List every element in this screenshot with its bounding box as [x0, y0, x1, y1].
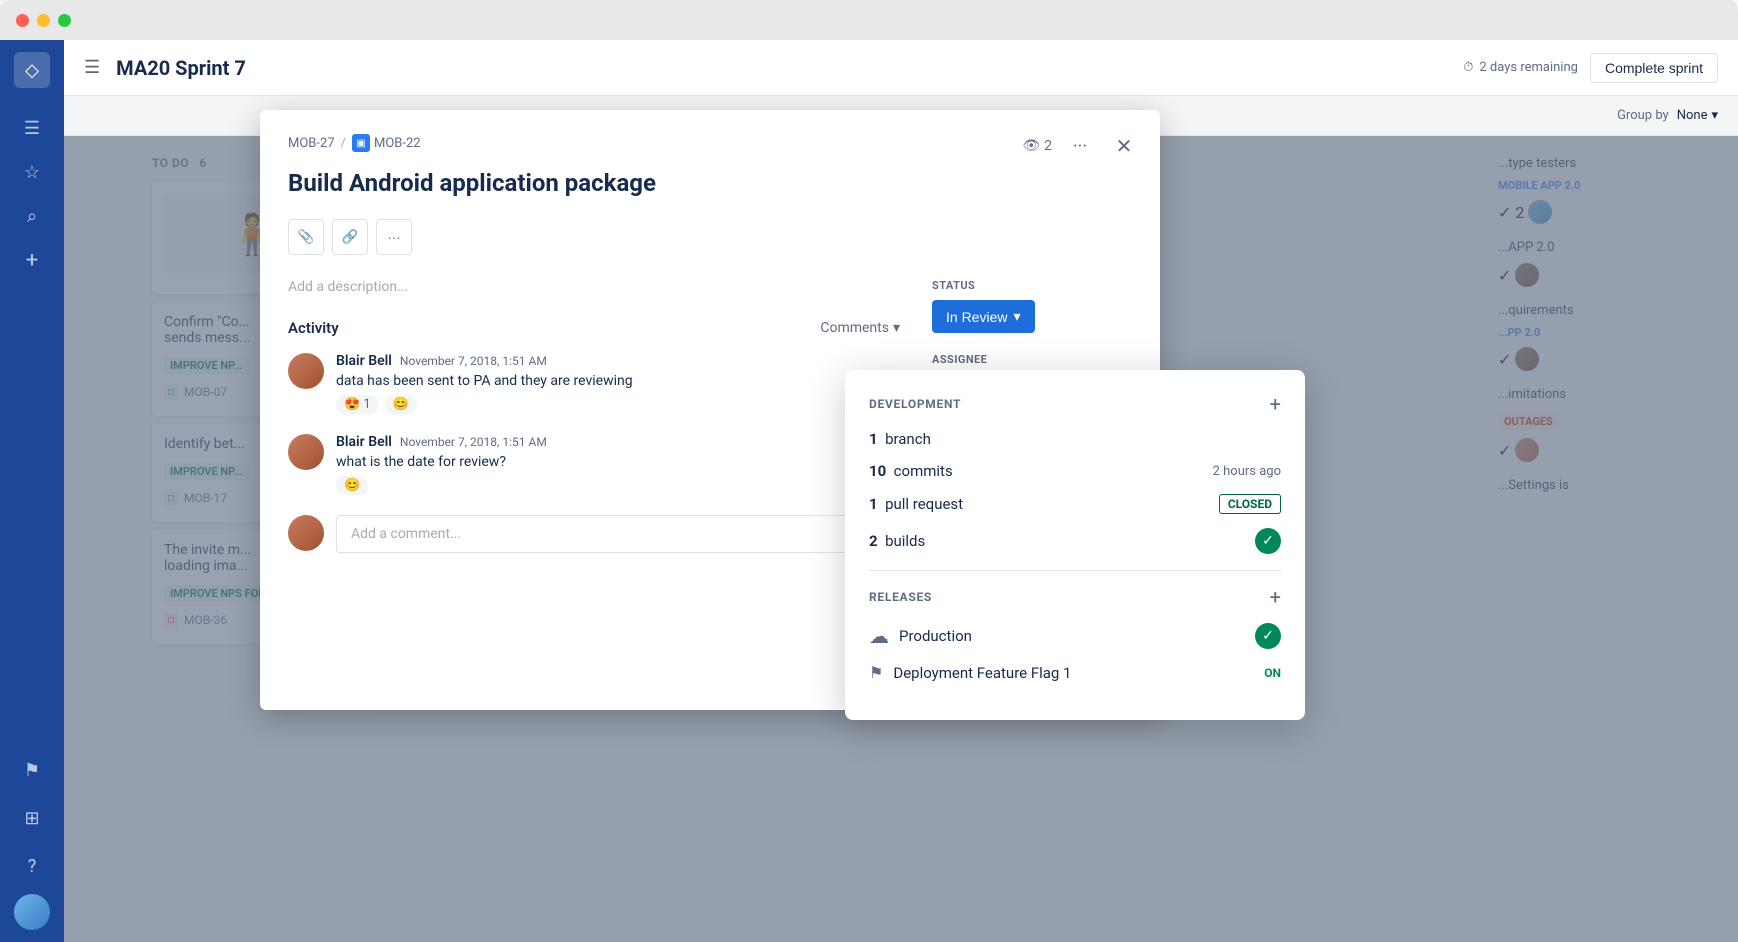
breadcrumb-current: MOB-22 [374, 136, 421, 151]
status-button[interactable]: In Review ▾ [932, 300, 1035, 333]
maximize-window-btn[interactable] [58, 14, 71, 27]
commits-row[interactable]: 10 commits 2 hours ago [869, 462, 1281, 480]
group-by-dropdown[interactable]: None ▾ [1677, 108, 1718, 123]
close-window-btn[interactable] [16, 14, 29, 27]
comment-reactions: 😍 1 😊 [336, 395, 633, 414]
deployment-label: Deployment Feature Flag 1 [893, 664, 1071, 682]
user-avatar[interactable] [14, 894, 50, 930]
modal-header-actions: 👁 2 ··· ✕ [1022, 130, 1140, 162]
minimize-window-btn[interactable] [37, 14, 50, 27]
page-title: MA20 Sprint 7 [116, 56, 246, 80]
more-toolbar-button[interactable]: ··· [376, 219, 412, 255]
comments-dropdown[interactable]: Comments ▾ [820, 320, 900, 336]
breadcrumb-parent[interactable]: MOB-27 [288, 136, 335, 151]
production-icon: ☁ [869, 624, 889, 648]
comment-avatar [288, 353, 324, 389]
logo-icon[interactable]: ◇ [14, 52, 50, 88]
comment-text2: what is the date for review? [336, 454, 547, 470]
attach-button[interactable]: 📎 [288, 219, 324, 255]
chevron-down-icon: ▾ [893, 320, 900, 336]
window-chrome [0, 0, 1738, 40]
modal-close-button[interactable]: ✕ [1108, 130, 1140, 162]
help-sidebar-icon[interactable]: ? [12, 846, 52, 886]
current-user-avatar [288, 515, 324, 551]
builds-row[interactable]: 2 builds ✓ [869, 528, 1281, 554]
add-icon[interactable]: + [12, 240, 52, 280]
development-title: DEVELOPMENT [869, 397, 961, 411]
divider [869, 570, 1281, 571]
production-status-icon: ✓ [1255, 623, 1281, 649]
comment-author2: Blair Bell [336, 434, 392, 450]
link-button[interactable]: 🔗 [332, 219, 368, 255]
timer-label: 2 days remaining [1479, 60, 1578, 75]
task-type-icon: ▣ [352, 134, 370, 152]
flag-sidebar-icon[interactable]: ⚑ [12, 750, 52, 790]
branch-row[interactable]: 1 branch [869, 430, 1281, 448]
top-bar: ☰ MA20 Sprint 7 ⏱ 2 days remaining Compl… [64, 40, 1738, 96]
production-row[interactable]: ☁ Production ✓ [869, 623, 1281, 649]
comment-item: Blair Bell November 7, 2018, 1:51 AM wha… [288, 434, 900, 495]
comment-time2: November 7, 2018, 1:51 AM [400, 435, 547, 449]
deployment-flag-icon: ⚑ [869, 663, 883, 682]
releases-add-button[interactable]: + [1270, 587, 1281, 607]
comment-item: Blair Bell November 7, 2018, 1:51 AM dat… [288, 353, 900, 414]
breadcrumb: MOB-27 / ▣ MOB-22 [288, 134, 1132, 152]
comments-label: Comments [820, 320, 889, 336]
builds-status-icon: ✓ [1255, 528, 1281, 554]
activity-section: Activity Comments ▾ Blair Bell November … [288, 319, 900, 553]
timer-icon: ⏱ [1463, 60, 1473, 75]
comment-input[interactable]: Add a comment... [336, 515, 900, 553]
watchers-count: 👁 2 [1022, 138, 1052, 154]
chevron-down-icon: ▾ [1013, 308, 1020, 325]
hamburger-icon[interactable]: ☰ [12, 108, 52, 148]
deployment-status: ON [1264, 666, 1281, 680]
modal-toolbar: 📎 🔗 ··· [288, 219, 1132, 255]
grid-sidebar-icon[interactable]: ⊞ [12, 798, 52, 838]
comment-time: November 7, 2018, 1:51 AM [400, 354, 547, 368]
star-icon[interactable]: ☆ [12, 152, 52, 192]
deployment-flag-row[interactable]: ⚑ Deployment Feature Flag 1 ON [869, 663, 1281, 682]
commits-time: 2 hours ago [1213, 464, 1281, 479]
description-field[interactable]: Add a description... [288, 279, 900, 295]
development-add-button[interactable]: + [1270, 394, 1281, 414]
complete-sprint-button[interactable]: Complete sprint [1590, 53, 1718, 83]
comment-input-row: Add a comment... [288, 515, 900, 553]
assignee-label: ASSIGNEE [932, 353, 1132, 366]
releases-title: RELEASES [869, 590, 932, 604]
pr-status-badge: CLOSED [1219, 494, 1281, 514]
comment-reactions2: 😊 [336, 476, 547, 495]
more-options-button[interactable]: ··· [1064, 130, 1096, 162]
releases-section: RELEASES + ☁ Production ✓ ⚑ Deployment F… [869, 587, 1281, 682]
timer-info: ⏱ 2 days remaining [1463, 60, 1578, 75]
comment-avatar2 [288, 434, 324, 470]
reaction-badge3[interactable]: 😊 [336, 476, 368, 495]
sidebar: ◇ ☰ ☆ ⌕ + ⚑ ⊞ ? [0, 40, 64, 942]
production-label: Production [899, 627, 972, 645]
reaction-badge[interactable]: 😍 1 [336, 395, 379, 414]
modal-left-panel: Add a description... Activity Comments ▾… [288, 279, 900, 553]
chevron-down-icon: ▾ [1711, 108, 1718, 123]
comment-text: data has been sent to PA and they are re… [336, 373, 633, 389]
search-icon[interactable]: ⌕ [12, 196, 52, 236]
status-section: STATUS In Review ▾ [932, 279, 1132, 333]
comment-author: Blair Bell [336, 353, 392, 369]
menu-toggle[interactable]: ☰ [84, 57, 100, 78]
group-by-label: Group by [1617, 108, 1669, 123]
dev-panel: DEVELOPMENT + 1 branch 10 commits 2 hour… [845, 370, 1305, 720]
modal-title: Build Android application package [288, 168, 1132, 199]
eye-icon: 👁 [1022, 138, 1040, 154]
status-label: STATUS [932, 279, 1132, 292]
activity-title: Activity [288, 319, 339, 337]
reaction-badge2[interactable]: 😊 [385, 395, 417, 414]
pull-request-row[interactable]: 1 pull request CLOSED [869, 494, 1281, 514]
